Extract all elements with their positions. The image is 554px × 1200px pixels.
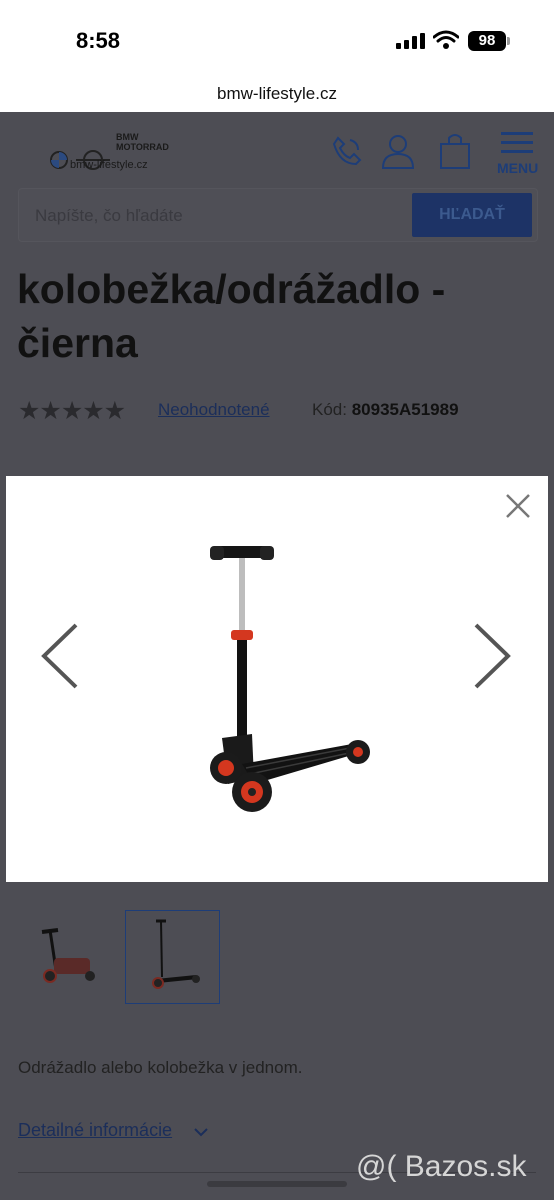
close-icon[interactable]: [504, 492, 532, 520]
user-icon[interactable]: [380, 132, 416, 170]
browser-url-bar[interactable]: bmw-lifestyle.cz: [0, 70, 554, 112]
menu-label[interactable]: MENU: [497, 160, 538, 176]
details-link[interactable]: Detailné informácie: [18, 1120, 172, 1141]
thumbnail-image-2[interactable]: [125, 910, 220, 1004]
status-bar: 8:58 98: [0, 0, 554, 70]
cellular-signal-icon: [396, 33, 425, 49]
chevron-left-icon[interactable]: [38, 621, 82, 691]
phone-icon[interactable]: [330, 134, 364, 168]
product-title-line2: čierna: [17, 320, 138, 366]
product-title-line1: kolobežka/odrážadlo -: [17, 266, 446, 312]
watermark: @( Bazos.sk: [356, 1150, 527, 1183]
search-bar: Napíšte, čo hľadáte HĽADAŤ: [18, 188, 538, 242]
thumbnail-image-1[interactable]: [20, 910, 110, 1002]
search-button[interactable]: HĽADAŤ: [412, 193, 532, 237]
battery-level: 98: [468, 31, 506, 51]
product-title: kolobežka/odrážadlo - čierna: [17, 262, 445, 370]
logo-brand-text: BMW MOTORRAD: [116, 132, 169, 152]
clock: 8:58: [76, 28, 121, 53]
product-code: Kód: 80935A51989: [312, 400, 459, 420]
hamburger-menu-icon[interactable]: [501, 130, 533, 156]
home-indicator: [207, 1181, 347, 1187]
chevron-down-icon[interactable]: [193, 1126, 209, 1138]
chevron-right-icon[interactable]: [470, 621, 514, 691]
wifi-icon: [433, 30, 459, 49]
rating-stars-icon: ★★★★★: [18, 397, 126, 425]
scooter-image: [210, 546, 370, 812]
cart-icon[interactable]: [438, 132, 472, 170]
search-input[interactable]: Napíšte, čo hľadáte: [35, 206, 183, 226]
code-label: Kód:: [312, 400, 347, 419]
url-text: bmw-lifestyle.cz: [217, 84, 337, 103]
logo-domain: bmw-lifestyle.cz: [70, 159, 148, 171]
rating-link[interactable]: Neohodnotené: [158, 400, 270, 420]
battery-cap: [507, 37, 510, 45]
code-value: 80935A51989: [351, 400, 459, 419]
product-description: Odrážadlo alebo kolobežka v jednom.: [18, 1058, 303, 1077]
image-lightbox: [6, 476, 548, 882]
